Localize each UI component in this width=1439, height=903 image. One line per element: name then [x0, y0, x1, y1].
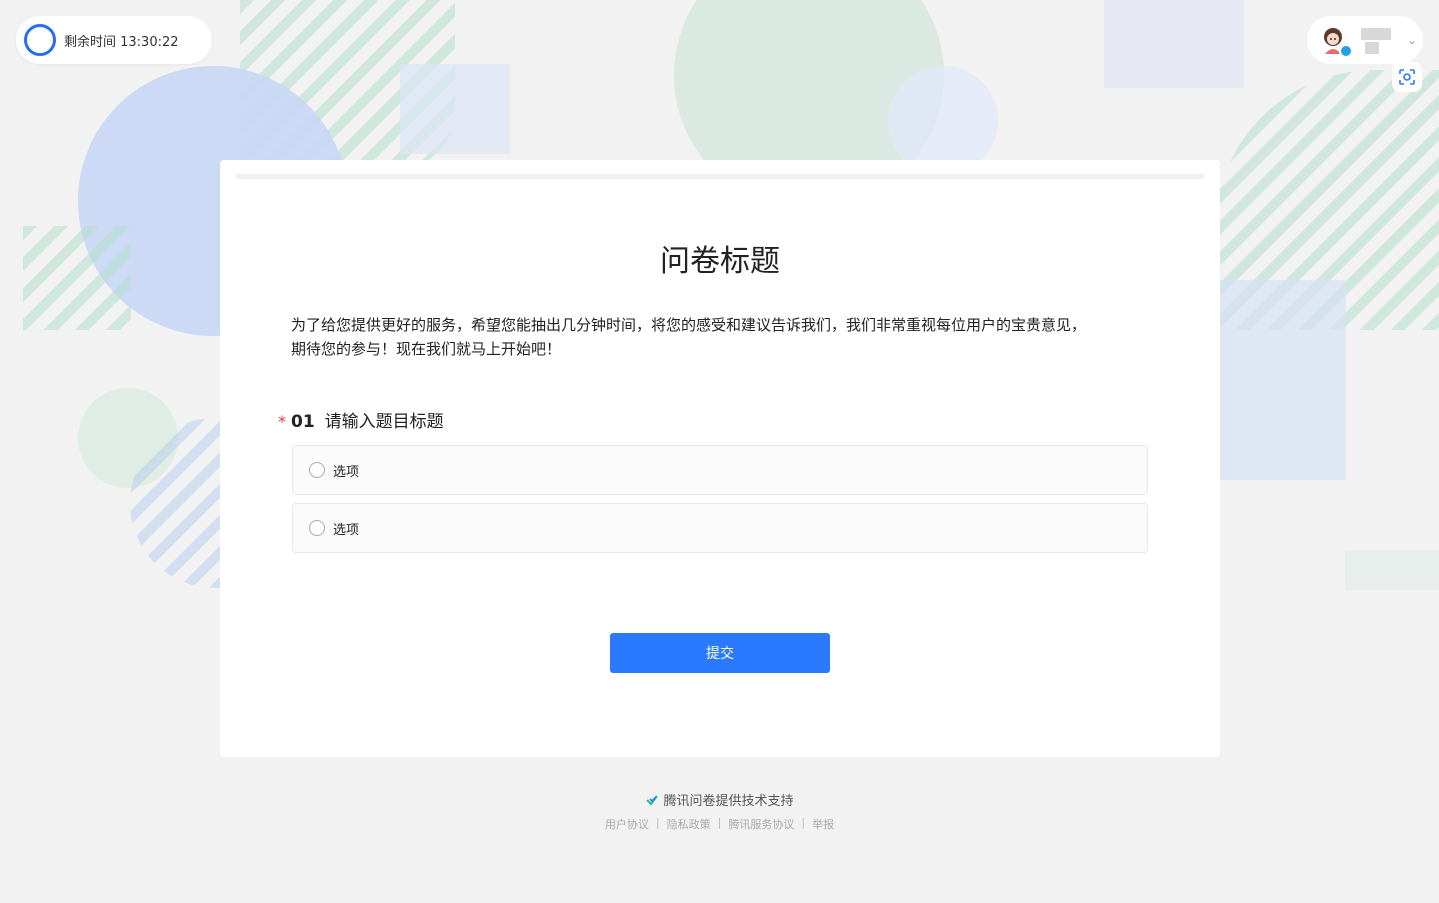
- progress-bar: [236, 174, 1204, 179]
- chevron-down-icon[interactable]: ⌄: [1407, 33, 1417, 47]
- option-label: 选项: [333, 522, 360, 538]
- scan-button[interactable]: [1392, 62, 1422, 92]
- radio-option[interactable]: 选项: [292, 445, 1148, 495]
- submit-button[interactable]: 提交: [610, 633, 830, 673]
- description-line: 期待您的参与！现在我们就马上开始吧！: [291, 340, 562, 358]
- question-title: 请输入题目标题: [324, 412, 444, 432]
- required-mark: *: [278, 412, 286, 431]
- blurred-username: [1359, 24, 1393, 56]
- privacy-policy-link[interactable]: 隐私政策: [667, 816, 711, 832]
- badge-icon: [1339, 44, 1353, 58]
- radio-button[interactable]: [309, 520, 325, 536]
- separator: |: [801, 816, 806, 829]
- question-header: * 01 请输入题目标题: [278, 407, 1158, 432]
- radio-button[interactable]: [309, 462, 325, 478]
- question-number: 01: [291, 412, 315, 432]
- radio-option[interactable]: 选项: [292, 503, 1148, 553]
- survey-card: 问卷标题 为了给您提供更好的服务，希望您能抽出几分钟时间，将您的感受和建议告诉我…: [220, 160, 1220, 757]
- circle-ring-icon: [24, 24, 56, 56]
- report-link[interactable]: 举报: [812, 816, 834, 832]
- footer-links: 用户协议 | 隐私政策 | 腾讯服务协议 | 举报: [0, 816, 1439, 832]
- user-avatar[interactable]: [1319, 24, 1353, 58]
- survey-title: 问卷标题: [660, 244, 780, 279]
- powered-by-label: 腾讯问卷提供技术支持: [663, 794, 794, 809]
- service-agreement-link[interactable]: 腾讯服务协议: [728, 816, 794, 832]
- user-agreement-link[interactable]: 用户协议: [605, 816, 649, 832]
- description-line: 为了给您提供更好的服务，希望您能抽出几分钟时间，将您的感受和建议告诉我们，我们非…: [291, 316, 1087, 334]
- separator: |: [655, 816, 660, 829]
- survey-description: 为了给您提供更好的服务，希望您能抽出几分钟时间，将您的感受和建议告诉我们，我们非…: [291, 313, 1151, 361]
- option-label: 选项: [333, 464, 360, 480]
- powered-by[interactable]: 腾讯问卷提供技术支持: [0, 790, 1439, 809]
- check-logo-icon: [646, 794, 659, 806]
- timer-label: 剩余时间 13:30:22: [64, 34, 179, 50]
- countdown-timer: 剩余时间 13:30:22: [16, 16, 212, 64]
- scan-icon: [1399, 69, 1415, 85]
- separator: |: [717, 816, 722, 829]
- user-menu[interactable]: ⌄: [1307, 16, 1423, 64]
